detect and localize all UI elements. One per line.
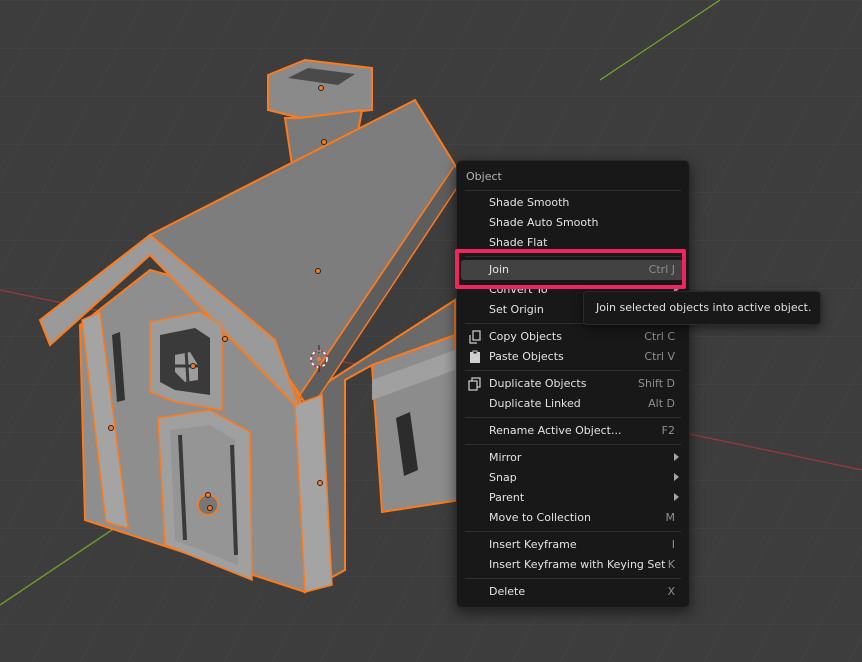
- 3d-viewport[interactable]: [0, 0, 862, 662]
- join-highlight-box: [455, 249, 686, 289]
- menu-item-insert-keyframe[interactable]: Insert Keyframe I: [461, 535, 685, 555]
- menu-item-parent[interactable]: Parent: [461, 488, 685, 508]
- shortcut-label: K: [667, 558, 675, 571]
- shortcut-label: Alt D: [648, 397, 675, 410]
- shortcut-label: X: [667, 585, 675, 598]
- menu-title: Object: [466, 170, 502, 183]
- copy-icon: [469, 330, 481, 344]
- divider: [465, 417, 681, 418]
- divider: [465, 578, 681, 579]
- menu-item-paste-objects[interactable]: Paste Objects Ctrl V: [461, 347, 685, 367]
- menu-item-shade-auto-smooth[interactable]: Shade Auto Smooth: [461, 213, 685, 233]
- divider: [465, 190, 681, 191]
- menu-item-duplicate-linked[interactable]: Duplicate Linked Alt D: [461, 394, 685, 414]
- menu-item-duplicate-objects[interactable]: Duplicate Objects Shift D: [461, 374, 685, 394]
- menu-item-rename-active-object[interactable]: Rename Active Object... F2: [461, 421, 685, 441]
- submenu-arrow-icon: [674, 453, 679, 461]
- shortcut-label: Ctrl C: [644, 330, 675, 343]
- object-context-menu: Object Shade Smooth Shade Auto Smooth Sh…: [456, 160, 690, 608]
- menu-item-mirror[interactable]: Mirror: [461, 448, 685, 468]
- paste-icon: [470, 350, 480, 363]
- divider: [465, 531, 681, 532]
- shortcut-label: I: [671, 538, 675, 551]
- divider: [465, 444, 681, 445]
- shortcut-label: Ctrl V: [644, 350, 675, 363]
- shortcut-label: F2: [661, 424, 675, 437]
- join-tooltip: Join selected objects into active object…: [583, 291, 821, 325]
- menu-item-insert-keyframe-keying-set[interactable]: Insert Keyframe with Keying Set K: [461, 555, 685, 575]
- submenu-arrow-icon: [674, 473, 679, 481]
- tooltip-text: Join selected objects into active object…: [596, 301, 812, 314]
- menu-item-move-to-collection[interactable]: Move to Collection M: [461, 508, 685, 528]
- divider: [465, 370, 681, 371]
- shortcut-label: M: [665, 511, 676, 524]
- submenu-arrow-icon: [674, 493, 679, 501]
- menu-item-copy-objects[interactable]: Copy Objects Ctrl C: [461, 327, 685, 347]
- shortcut-label: Shift D: [638, 377, 675, 390]
- duplicate-icon: [468, 377, 481, 391]
- menu-item-snap[interactable]: Snap: [461, 468, 685, 488]
- menu-item-shade-smooth[interactable]: Shade Smooth: [461, 193, 685, 213]
- menu-item-delete[interactable]: Delete X: [461, 582, 685, 602]
